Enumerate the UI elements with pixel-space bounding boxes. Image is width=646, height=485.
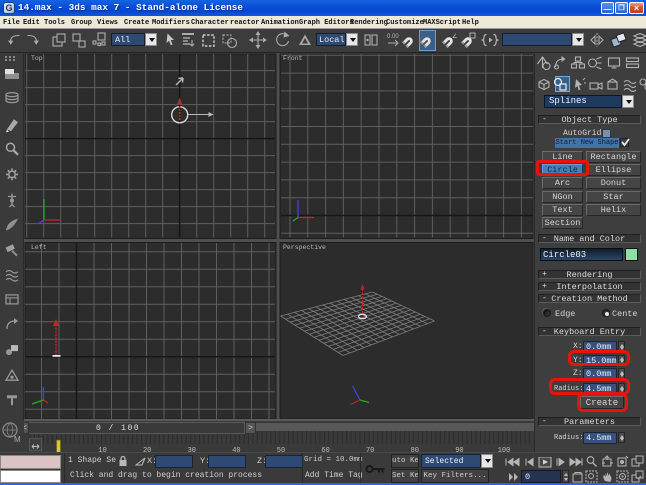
svg-text:∠: ∠ — [452, 33, 457, 40]
svg-text:0.00: 0.00 — [387, 34, 399, 40]
svg-text:M: M — [14, 435, 21, 444]
